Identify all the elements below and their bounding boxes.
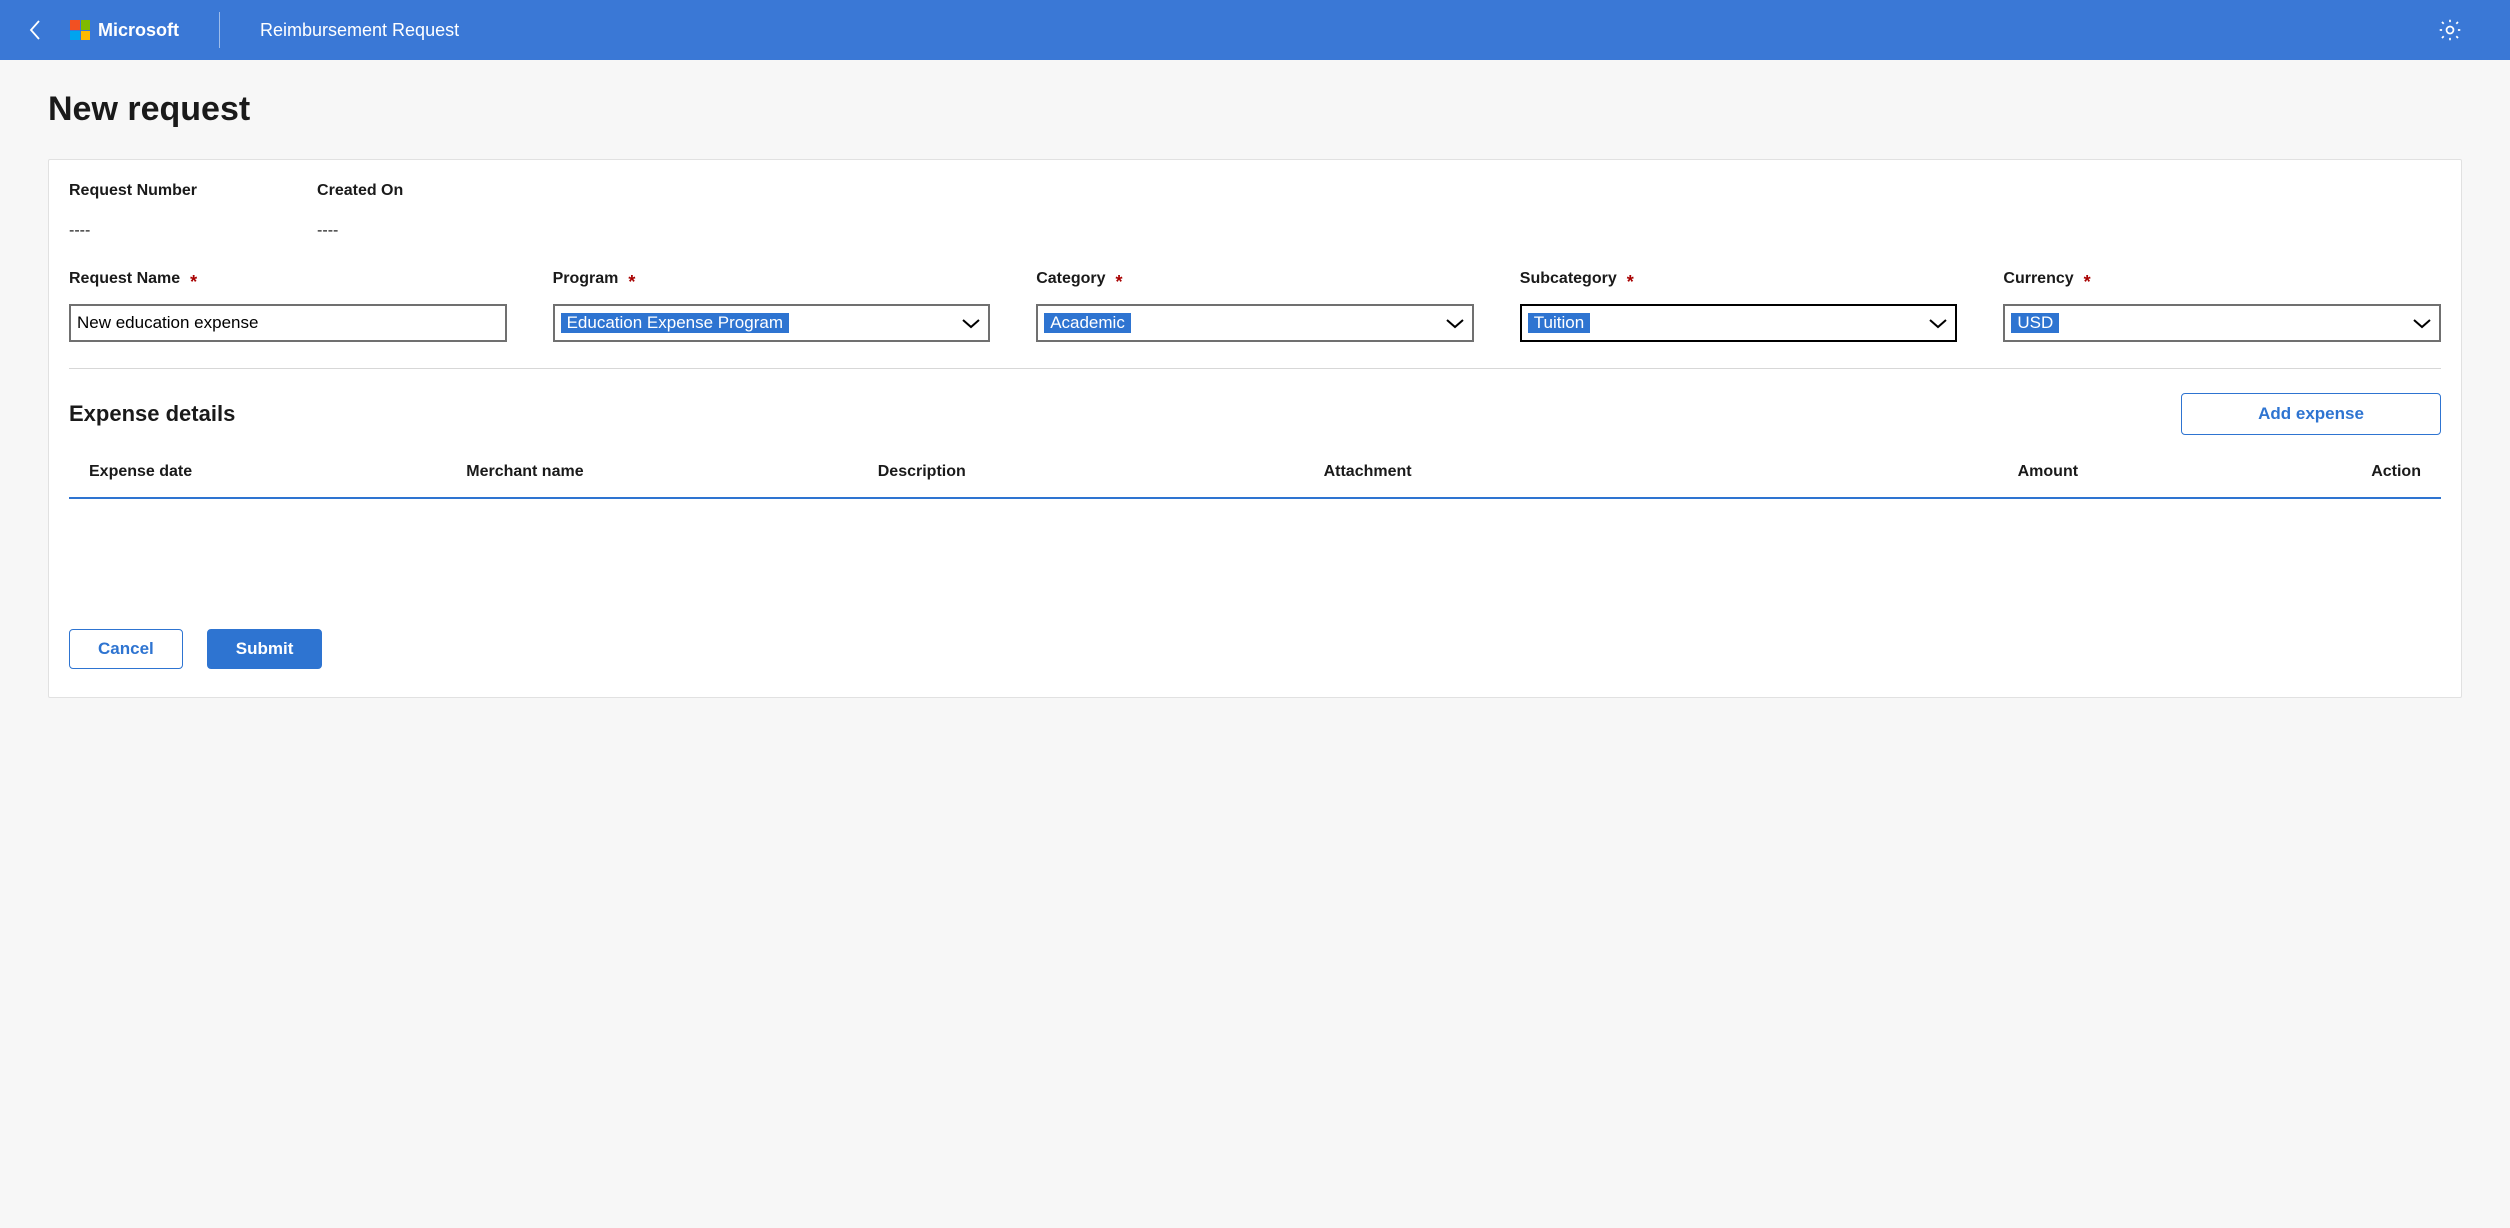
app-title: Reimbursement Request bbox=[260, 20, 459, 41]
category-field: Category * Academic bbox=[1036, 270, 1474, 342]
request-name-label: Request Name bbox=[69, 270, 180, 288]
chevron-down-icon bbox=[960, 315, 982, 331]
request-name-field: Request Name * bbox=[69, 270, 507, 342]
chevron-down-icon bbox=[2411, 315, 2433, 331]
col-amount: Amount bbox=[1735, 463, 2078, 481]
expense-details-title: Expense details bbox=[69, 401, 235, 427]
subcategory-dropdown[interactable]: Tuition bbox=[1520, 304, 1958, 342]
currency-selected: USD bbox=[2011, 313, 2059, 333]
program-field: Program * Education Expense Program bbox=[553, 270, 991, 342]
settings-button[interactable] bbox=[2430, 10, 2470, 50]
request-number-label: Request Number bbox=[69, 182, 197, 200]
form-row: Request Name * Program * Education Expen… bbox=[69, 270, 2441, 369]
request-name-input[interactable] bbox=[77, 306, 499, 340]
created-on-field: Created On ---- bbox=[317, 182, 403, 240]
col-action: Action bbox=[2078, 463, 2421, 481]
expense-table-header: Expense date Merchant name Description A… bbox=[69, 463, 2441, 499]
subcategory-field: Subcategory * Tuition bbox=[1520, 270, 1958, 342]
col-merchant-name: Merchant name bbox=[466, 463, 878, 481]
created-on-value: ---- bbox=[317, 222, 403, 240]
app-header: Microsoft Reimbursement Request bbox=[0, 0, 2510, 60]
back-button[interactable] bbox=[20, 15, 50, 45]
category-dropdown[interactable]: Academic bbox=[1036, 304, 1474, 342]
submit-button[interactable]: Submit bbox=[207, 629, 323, 669]
gear-icon bbox=[2437, 17, 2463, 43]
subcategory-selected: Tuition bbox=[1528, 313, 1590, 333]
page-title: New request bbox=[48, 90, 2462, 129]
currency-field: Currency * USD bbox=[2003, 270, 2441, 342]
microsoft-logo-icon bbox=[70, 20, 90, 40]
program-selected: Education Expense Program bbox=[561, 313, 789, 333]
currency-label: Currency bbox=[2003, 270, 2073, 288]
page-body: New request Request Number ---- Created … bbox=[0, 60, 2510, 758]
category-label: Category bbox=[1036, 270, 1105, 288]
chevron-down-icon bbox=[1927, 315, 1949, 331]
cancel-button[interactable]: Cancel bbox=[69, 629, 183, 669]
subcategory-label: Subcategory bbox=[1520, 270, 1617, 288]
microsoft-brand-text: Microsoft bbox=[98, 20, 179, 41]
request-number-field: Request Number ---- bbox=[69, 182, 197, 240]
category-selected: Academic bbox=[1044, 313, 1131, 333]
created-on-label: Created On bbox=[317, 182, 403, 200]
chevron-down-icon bbox=[1444, 315, 1466, 331]
program-label: Program bbox=[553, 270, 619, 288]
currency-dropdown[interactable]: USD bbox=[2003, 304, 2441, 342]
program-dropdown[interactable]: Education Expense Program bbox=[553, 304, 991, 342]
col-attachment: Attachment bbox=[1324, 463, 1736, 481]
header-divider bbox=[219, 12, 220, 48]
col-description: Description bbox=[878, 463, 1324, 481]
request-card: Request Number ---- Created On ---- Requ… bbox=[48, 159, 2462, 698]
chevron-left-icon bbox=[28, 19, 42, 41]
request-number-value: ---- bbox=[69, 222, 197, 240]
form-buttons: Cancel Submit bbox=[69, 629, 2441, 669]
microsoft-logo: Microsoft bbox=[70, 20, 179, 41]
col-expense-date: Expense date bbox=[89, 463, 466, 481]
expense-details-head: Expense details Add expense bbox=[69, 393, 2441, 435]
add-expense-button[interactable]: Add expense bbox=[2181, 393, 2441, 435]
readonly-row: Request Number ---- Created On ---- bbox=[69, 182, 2441, 240]
request-name-input-wrap bbox=[69, 304, 507, 342]
